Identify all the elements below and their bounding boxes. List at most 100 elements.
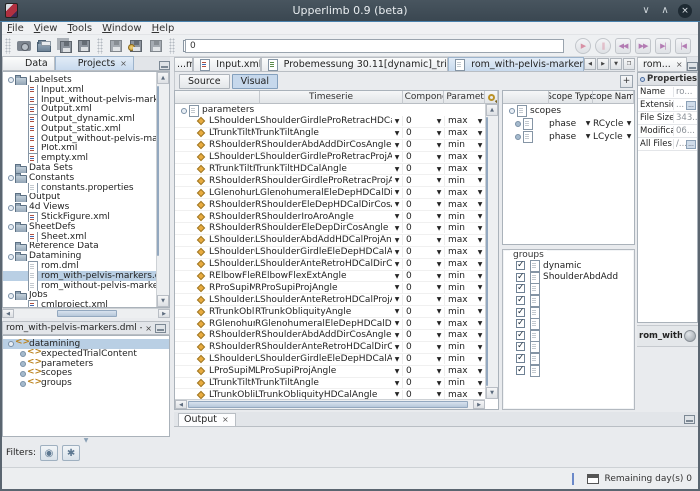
expand-handle-icon[interactable] xyxy=(6,291,15,300)
tree-item[interactable]: datamining xyxy=(3,339,169,349)
save-search-button[interactable] xyxy=(126,36,146,55)
timeserie-dropdown-icon[interactable]: ▼ xyxy=(392,177,402,184)
tab[interactable]: Probemessung 30.11[dynamic]_trinken.mat … xyxy=(261,57,449,71)
parameter-dropdown-icon[interactable]: ▼ xyxy=(475,332,485,339)
tree-item[interactable]: Constants xyxy=(3,173,156,183)
pause-button[interactable]: ‖ xyxy=(595,38,611,54)
expand-handle-icon[interactable] xyxy=(513,132,522,141)
timeserie-dropdown-icon[interactable]: ▼ xyxy=(392,225,402,232)
component-dropdown-icon[interactable]: ▼ xyxy=(434,380,444,387)
parameter-dropdown-icon[interactable]: ▼ xyxy=(475,284,485,291)
group-row[interactable] xyxy=(503,295,634,307)
toolbar-grip[interactable] xyxy=(5,38,11,54)
scope-row[interactable]: phase ▼ RCycle ▼ xyxy=(503,117,634,130)
timeserie-dropdown-icon[interactable]: ▼ xyxy=(392,391,402,398)
expand-handle-icon[interactable] xyxy=(18,359,27,368)
timeserie-dropdown-icon[interactable]: ▼ xyxy=(392,130,402,137)
component-dropdown-icon[interactable]: ▼ xyxy=(434,368,444,375)
tree-item[interactable]: Output_without-pelvis-markers.xml xyxy=(3,134,156,144)
scroll-up-icon[interactable]: ▲ xyxy=(486,104,498,116)
parameter-dropdown-icon[interactable]: ▼ xyxy=(475,225,485,232)
property-row[interactable]: Extension ... ... xyxy=(638,99,697,112)
group-row[interactable] xyxy=(503,364,634,376)
parameter-dropdown-icon[interactable]: ▼ xyxy=(475,118,485,125)
parameter-row[interactable]: RTrunkTiltHDC TrunkTiltHDCalAngle ▼ 0 ▼ … xyxy=(175,164,485,176)
source-view-button[interactable]: Source xyxy=(179,74,230,89)
scope-type-dropdown-icon[interactable]: ▼ xyxy=(583,120,593,127)
scrollbar-thumb[interactable] xyxy=(188,401,468,408)
parameter-row[interactable]: RShoulderAbd RShoulderAbdAddDirCosAngle … xyxy=(175,330,485,342)
tree-item[interactable]: Jobs xyxy=(3,291,156,301)
group-row[interactable] xyxy=(503,283,634,295)
tree-item[interactable]: SheetDefs xyxy=(3,222,156,232)
timeserie-dropdown-icon[interactable]: ▼ xyxy=(392,166,402,173)
timeserie-dropdown-icon[interactable]: ▼ xyxy=(392,154,402,161)
tree-item[interactable]: Sheet.xml xyxy=(3,232,156,242)
tree-item[interactable]: Plot.xml xyxy=(3,144,156,154)
close-button[interactable]: × xyxy=(678,4,692,18)
component-dropdown-icon[interactable]: ▼ xyxy=(434,142,444,149)
group-checkbox[interactable] xyxy=(516,296,525,305)
tree-item[interactable]: 4d Views xyxy=(3,202,156,212)
timeserie-dropdown-icon[interactable]: ▼ xyxy=(392,344,402,351)
component-dropdown-icon[interactable]: ▼ xyxy=(434,225,444,232)
parameter-dropdown-icon[interactable]: ▼ xyxy=(475,154,485,161)
parameter-row[interactable]: RShoulderIroA RShoulderIroAroAngle ▼ 0 ▼… xyxy=(175,211,485,223)
tree-item[interactable]: Reference Data xyxy=(3,242,156,252)
timeserie-dropdown-icon[interactable]: ▼ xyxy=(392,142,402,149)
parameter-dropdown-icon[interactable]: ▼ xyxy=(475,308,485,315)
expand-handle-icon[interactable] xyxy=(6,222,15,231)
tab[interactable]: rom_with-pelvis-markers.dml × xyxy=(448,57,584,71)
parameter-dropdown-icon[interactable]: ▼ xyxy=(475,380,485,387)
scroll-left-icon[interactable]: ◀ xyxy=(2,309,14,318)
component-dropdown-icon[interactable]: ▼ xyxy=(434,237,444,244)
expand-handle-icon[interactable] xyxy=(6,203,15,212)
menu-item[interactable]: View xyxy=(29,23,63,34)
visual-view-button[interactable]: Visual xyxy=(232,74,278,89)
tree-item[interactable]: StickFigure.xml xyxy=(3,212,156,222)
search-button[interactable] xyxy=(485,91,498,104)
timeserie-dropdown-icon[interactable]: ▼ xyxy=(392,320,402,327)
tab-list-dropdown-icon[interactable]: ▼ xyxy=(610,58,622,70)
fast-forward-button[interactable]: ▶▶ xyxy=(635,38,651,54)
timeserie-dropdown-icon[interactable]: ▼ xyxy=(392,237,402,244)
parameter-row[interactable]: LTrunkTiltMin TrunkTiltAngle ▼ 0 ▼ min ▼ xyxy=(175,378,485,390)
parameter-dropdown-icon[interactable]: ▼ xyxy=(475,356,485,363)
parameter-dropdown-icon[interactable]: ▼ xyxy=(475,177,485,184)
parameter-row[interactable]: RElbowFlexExt RElbowFlexExtAngle ▼ 0 ▼ m… xyxy=(175,271,485,283)
filter-scope-button[interactable]: ◉ xyxy=(40,445,58,461)
component-dropdown-icon[interactable]: ▼ xyxy=(434,273,444,280)
filter-attributes-button[interactable]: ✱ xyxy=(62,445,80,461)
parameter-row[interactable]: RShoulderAnte RShoulderAnteRetroHDCalDir… xyxy=(175,342,485,354)
group-checkbox[interactable] xyxy=(516,284,525,293)
scope-type-column-header[interactable]: Scope Type xyxy=(549,91,593,104)
parameter-dropdown-icon[interactable]: ▼ xyxy=(475,213,485,220)
minimize-button[interactable]: ∨ xyxy=(640,5,652,16)
timeserie-dropdown-icon[interactable]: ▼ xyxy=(392,356,402,363)
component-dropdown-icon[interactable]: ▼ xyxy=(434,130,444,137)
component-dropdown-icon[interactable]: ▼ xyxy=(434,249,444,256)
frame-input[interactable] xyxy=(185,39,564,53)
projects-horizontal-scrollbar[interactable]: ◀ ▶ xyxy=(2,308,170,318)
timeserie-dropdown-icon[interactable]: ▼ xyxy=(392,213,402,220)
scroll-tabs-left-icon[interactable]: ◀ xyxy=(584,58,596,70)
add-scope-button[interactable]: + xyxy=(620,75,633,88)
parameter-dropdown-icon[interactable]: ▼ xyxy=(475,130,485,137)
parameter-row[interactable]: LShoulderGird LShoulderGirdleProRetracHD… xyxy=(175,116,485,128)
parameter-dropdown-icon[interactable]: ▼ xyxy=(475,166,485,173)
parameter-dropdown-icon[interactable]: ▼ xyxy=(475,249,485,256)
scroll-tabs-right-icon[interactable]: ▶ xyxy=(597,58,609,70)
parameter-row[interactable]: LTrunkObliqu LTrunkObliquityHDCalAngle ▼… xyxy=(175,389,485,399)
group-checkbox[interactable] xyxy=(516,366,525,375)
tree-item[interactable]: Output_static.xml xyxy=(3,124,156,134)
parameter-dropdown-icon[interactable]: ▼ xyxy=(475,391,485,398)
parameter-row[interactable]: LShoulderGird LShoulderGirdleProRetracPr… xyxy=(175,152,485,164)
group-checkbox[interactable] xyxy=(516,308,525,317)
tab[interactable]: ...ml × xyxy=(174,57,193,71)
timeserie-dropdown-icon[interactable]: ▼ xyxy=(392,118,402,125)
tab-close-icon[interactable]: × xyxy=(120,59,127,68)
tree-item[interactable]: groups xyxy=(3,378,169,388)
parameters-root-row[interactable]: parameters xyxy=(175,104,498,116)
group-row[interactable] xyxy=(503,306,634,318)
group-checkbox[interactable] xyxy=(516,319,525,328)
